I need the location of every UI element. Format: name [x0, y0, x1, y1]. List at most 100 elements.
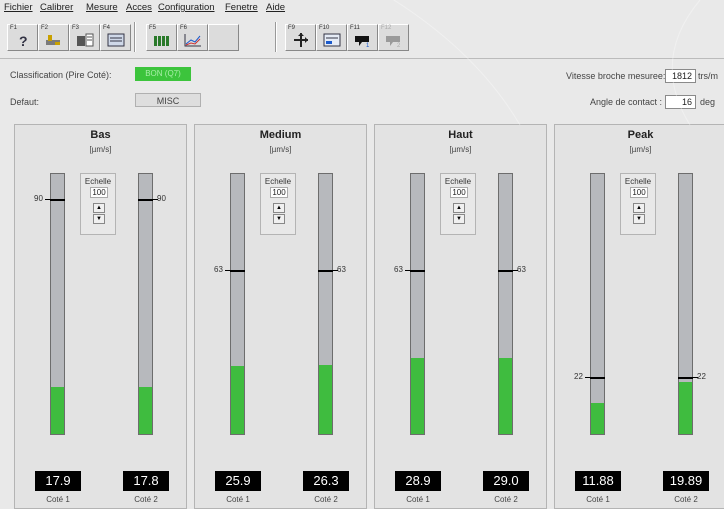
f6-key-label: F6 [180, 25, 188, 31]
gauge-fill [499, 358, 512, 434]
gauge-cote-1 [410, 173, 425, 435]
readout-cote-1: 11.88 [575, 471, 621, 491]
echelle-label: Echelle [624, 177, 652, 186]
gauge-fill [591, 403, 604, 434]
spin-down-button[interactable]: ▼ [273, 214, 285, 224]
angle-label: Angle de contact : [590, 97, 663, 107]
menu-fenetre[interactable]: Fenetre [225, 2, 258, 13]
f12-key-label: F12 [381, 25, 392, 31]
threshold-tick [45, 199, 51, 200]
readout-cote-1: 28.9 [395, 471, 441, 491]
panel-title: Peak [627, 129, 654, 141]
wrench-icon [46, 35, 60, 45]
echelle-scale-control: Echelle 100 ▲ ▼ [440, 173, 476, 235]
panel-haut: Haut [µm/s] 63 28.9 Coté 1 63 29.0 Coté 2 Echell… [374, 124, 547, 509]
menu-calibrer[interactable]: Calibrer [40, 2, 73, 13]
threshold-tick [512, 270, 518, 271]
panel-peak: Peak [µm/s] 22 11.88 Coté 1 22 19.89 Coté 2 Eche… [554, 124, 724, 509]
classification-status-badge: BON (Q7) [135, 67, 191, 81]
threshold-tick [152, 199, 158, 200]
panel-unit: [µm/s] [449, 145, 472, 154]
threshold-label: 90 [157, 194, 166, 203]
threshold-tick [585, 377, 591, 378]
gauge-fill [411, 358, 424, 434]
spin-up-button[interactable]: ▲ [633, 203, 645, 213]
readout-cote-2: 26.3 [303, 471, 349, 491]
cote-label: Coté 2 [314, 495, 338, 504]
gauge-cote-2 [498, 173, 513, 435]
threshold-label: 90 [34, 194, 43, 203]
spin-down-button[interactable]: ▼ [633, 214, 645, 224]
gauge-fill [231, 366, 244, 434]
echelle-value[interactable]: 100 [270, 187, 288, 198]
spin-down-button[interactable]: ▼ [453, 214, 465, 224]
f5-key-label: F5 [149, 25, 157, 31]
f1-help-button[interactable]: F1 ? [7, 24, 38, 51]
f4-button[interactable]: F4 [100, 24, 131, 51]
menu-aide[interactable]: Aide [266, 2, 285, 13]
gauge-cote-2 [318, 173, 333, 435]
move-icon [294, 33, 308, 47]
cote-label: Coté 2 [134, 495, 158, 504]
gauge-cote-1 [50, 173, 65, 435]
defaut-label: Defaut: [10, 97, 40, 107]
toolbar-separator [134, 22, 136, 52]
svg-text:1: 1 [366, 43, 370, 47]
panel-unit: [µm/s] [629, 145, 652, 154]
echelle-value[interactable]: 100 [450, 187, 468, 198]
classification-label: Classification (Pire Coté): [10, 70, 112, 80]
cote-label: Coté 1 [586, 495, 610, 504]
readout-cote-2: 29.0 [483, 471, 529, 491]
panel-unit: [µm/s] [89, 145, 112, 154]
echelle-label: Echelle [444, 177, 472, 186]
gauge-cote-2 [138, 173, 153, 435]
f12-button-disabled[interactable]: F12 2 [378, 24, 409, 51]
threshold-marker [318, 270, 333, 272]
readout-cote-2: 17.8 [123, 471, 169, 491]
f2-button[interactable]: F2 [38, 24, 69, 51]
f1-key-label: F1 [10, 25, 18, 31]
menu-mesure[interactable]: Mesure [86, 2, 118, 13]
threshold-label: 63 [517, 265, 526, 274]
menu-bar: Fichier Calibrer Mesure Acces Configurat… [0, 0, 724, 16]
f9-key-label: F9 [288, 25, 296, 31]
vitesse-unit: trs/m [698, 71, 718, 81]
calibrate-icon [77, 33, 94, 47]
spin-up-button[interactable]: ▲ [453, 203, 465, 213]
panel-bas: Bas [µm/s] 90 17.9 Coté 1 90 17.8 Coté 2 Echelle… [14, 124, 187, 509]
f6-curve-button[interactable]: F6 [177, 24, 208, 51]
f5-bar-gauge-button[interactable]: F5 [146, 24, 177, 51]
spin-down-button[interactable]: ▼ [93, 214, 105, 224]
echelle-value[interactable]: 100 [630, 187, 648, 198]
threshold-label: 22 [697, 372, 706, 381]
toolbar: F1 ? F2 F3 F4 F5 F6 F9 F10 F11 1 F12 2 [0, 16, 724, 60]
spin-up-button[interactable]: ▲ [273, 203, 285, 213]
vitesse-value: 1812 [665, 69, 696, 83]
f3-button[interactable]: F3 [69, 24, 100, 51]
threshold-marker [498, 270, 513, 272]
threshold-marker [50, 199, 65, 201]
menu-configuration[interactable]: Configuration [158, 2, 215, 13]
panel-title: Haut [448, 129, 473, 141]
f10-report-button[interactable]: F10 [316, 24, 347, 51]
echelle-label: Echelle [84, 177, 112, 186]
f11-button[interactable]: F11 1 [347, 24, 378, 51]
cote-label: Coté 1 [226, 495, 250, 504]
panel-medium: Medium [µm/s] 63 25.9 Coté 1 63 26.3 Coté 2 Eche… [194, 124, 367, 509]
gauge-cote-2 [678, 173, 693, 435]
cote-label: Coté 2 [494, 495, 518, 504]
gauge-cote-1 [590, 173, 605, 435]
echelle-scale-control: Echelle 100 ▲ ▼ [620, 173, 656, 235]
threshold-marker [138, 199, 153, 201]
gauge-fill [139, 387, 152, 434]
echelle-value[interactable]: 100 [90, 187, 108, 198]
menu-acces[interactable]: Acces [126, 2, 152, 13]
f9-move-button[interactable]: F9 [285, 24, 316, 51]
readout-cote-2: 19.89 [663, 471, 709, 491]
menu-fichier[interactable]: Fichier [4, 2, 33, 13]
spin-up-button[interactable]: ▲ [93, 203, 105, 213]
display-icon [107, 33, 125, 47]
toolbar-divider [0, 58, 724, 59]
angle-value: 16 [665, 95, 696, 109]
readout-cote-1: 25.9 [215, 471, 261, 491]
